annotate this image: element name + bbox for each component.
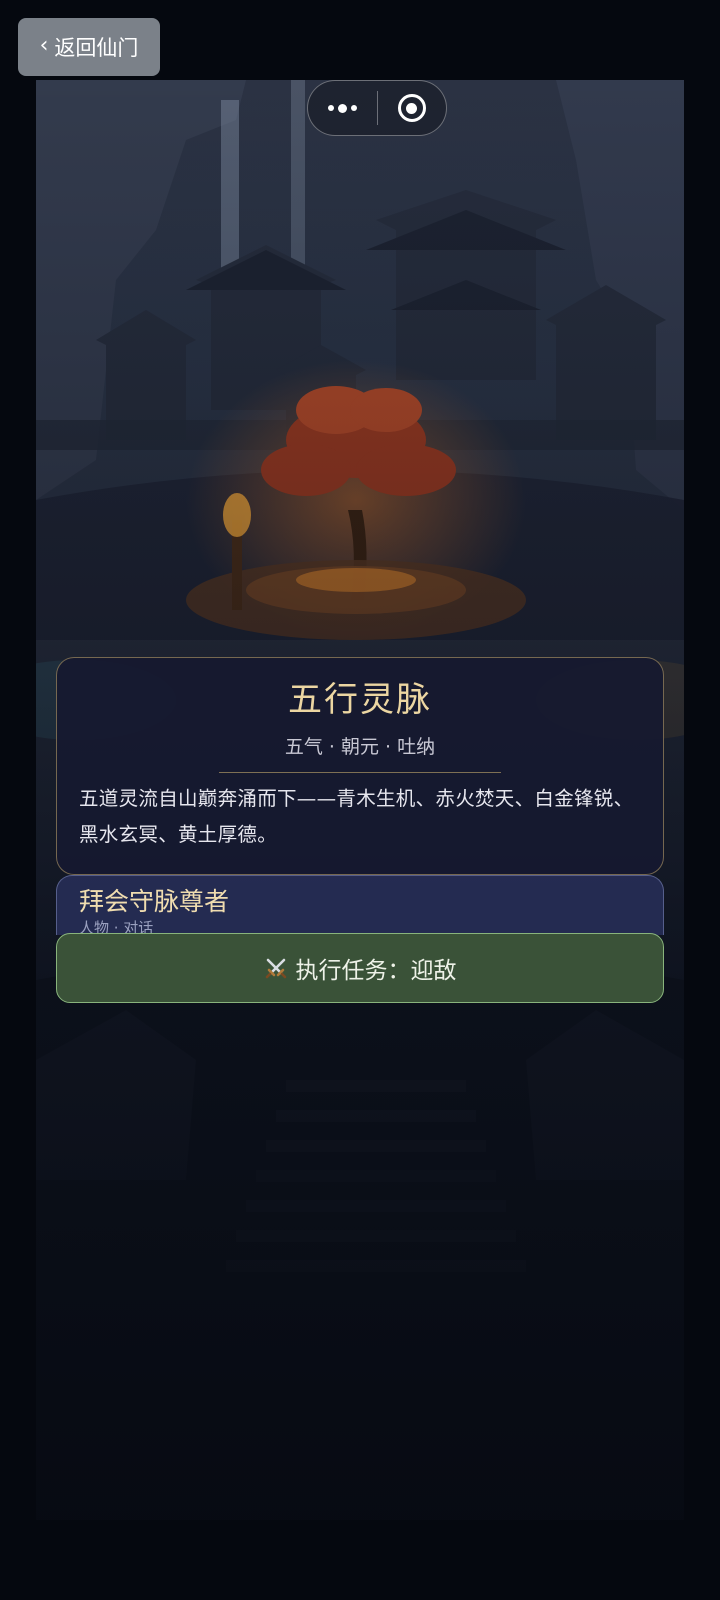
crossed-swords-icon: [265, 958, 286, 979]
npc-card[interactable]: 拜会守脉尊者 人物 · 对话: [56, 875, 664, 935]
execute-task-label: 执行任务：迎敌: [295, 958, 457, 984]
mini-program-capsule: [307, 80, 447, 136]
location-tags: 五气 · 朝元 · 吐纳: [284, 736, 436, 758]
npc-name: 拜会守脉尊者: [79, 887, 230, 916]
execute-task-button[interactable]: 执行任务：迎敌: [56, 933, 664, 1003]
more-button[interactable]: [308, 81, 377, 135]
target-circle-icon: [397, 94, 426, 122]
back-button[interactable]: ‹ 返回仙门: [18, 18, 160, 76]
page: ‹ 返回仙门 五行灵脉 五气 · 朝元 · 吐纳 五道灵流自山巅奔涌而下——青木…: [0, 0, 720, 1600]
back-button-label: 返回仙门: [54, 36, 139, 60]
more-dots-icon: [327, 103, 357, 113]
location-description: 五道灵流自山巅奔涌而下——青木生机、赤火焚天、白金锋锐、黑水玄冥、黄土厚德。: [79, 787, 634, 846]
chevron-left-icon: ‹: [39, 33, 49, 58]
location-card: 五行灵脉 五气 · 朝元 · 吐纳 五道灵流自山巅奔涌而下——青木生机、赤火焚天…: [56, 657, 664, 875]
title-divider: [219, 772, 501, 773]
location-title: 五行灵脉: [288, 680, 432, 720]
close-miniprogram-button[interactable]: [378, 81, 447, 135]
